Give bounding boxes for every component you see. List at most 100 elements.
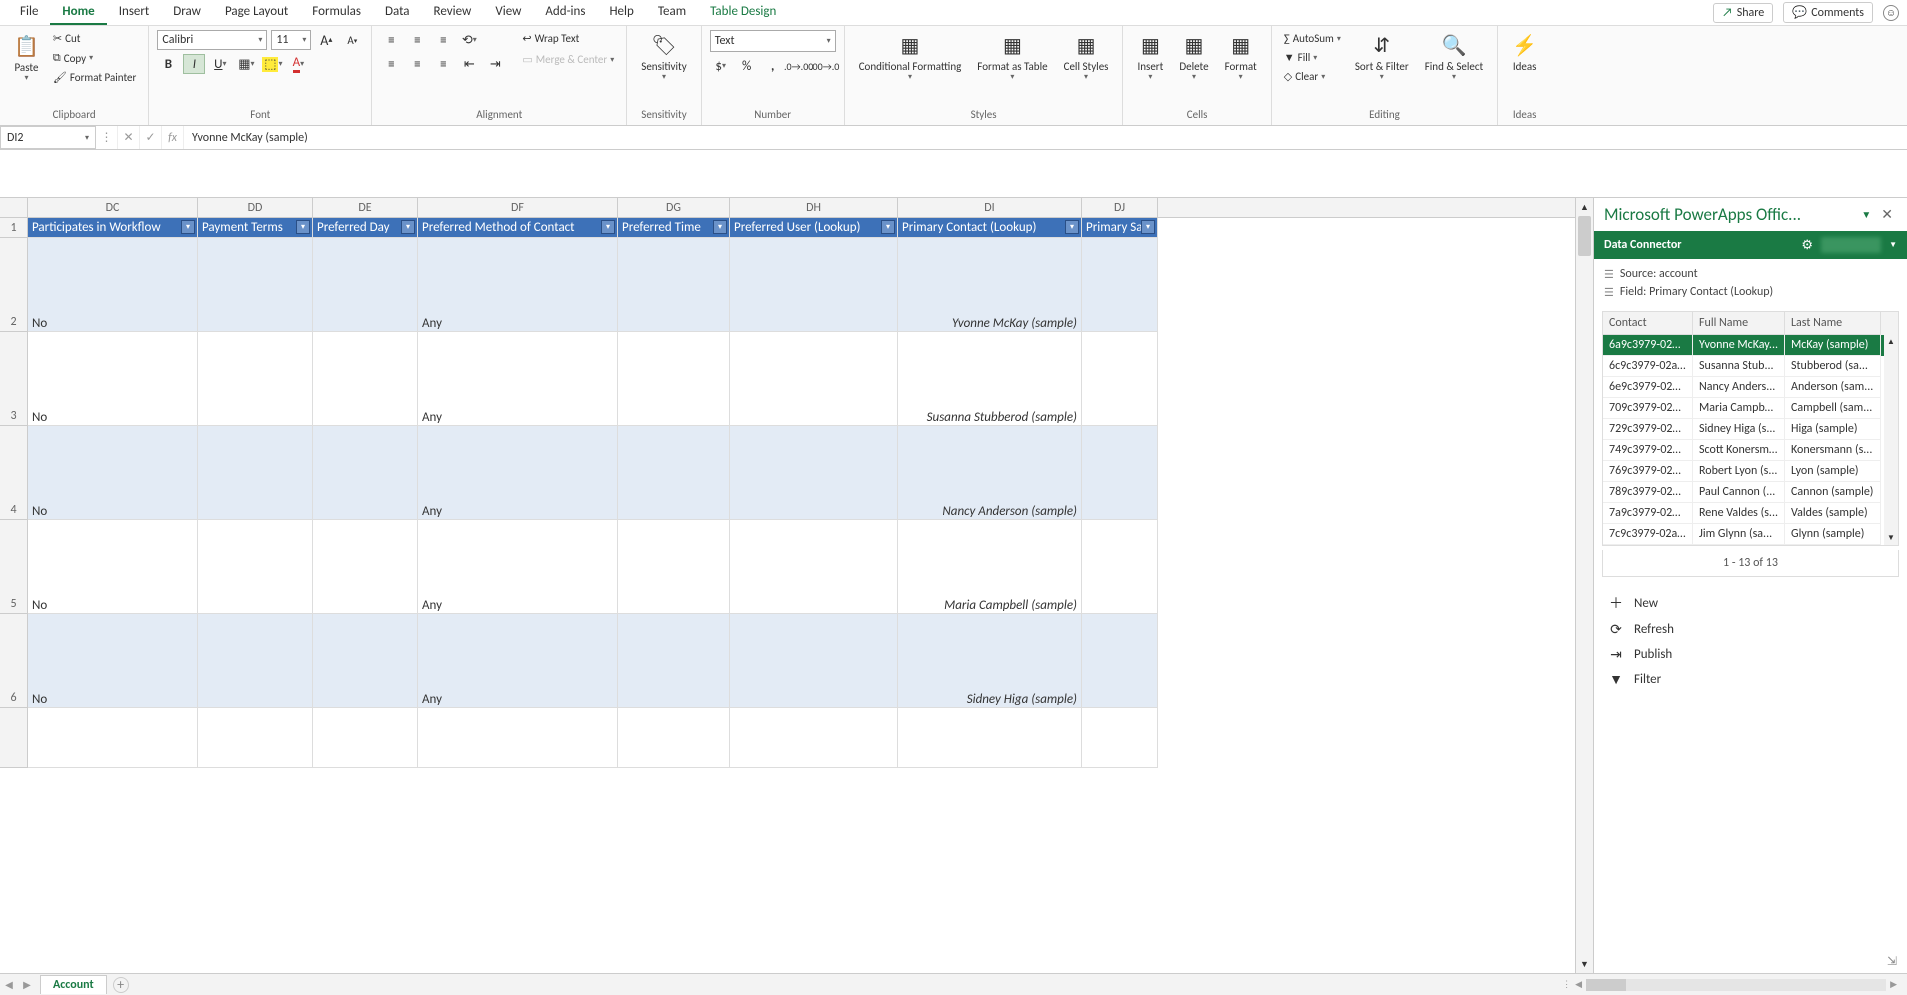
cell[interactable]: [198, 614, 313, 708]
menu-tab-home[interactable]: Home: [50, 0, 106, 25]
lookup-header-cell[interactable]: Last Name: [1785, 312, 1881, 335]
sheet-tab-account[interactable]: Account: [40, 975, 107, 994]
cancel-formula-button[interactable]: ✕: [118, 126, 140, 149]
filter-button[interactable]: ▼Filter: [1608, 671, 1893, 688]
formula-dropdown[interactable]: ⋮: [96, 126, 118, 149]
filter-dropdown-icon[interactable]: ▾: [296, 220, 310, 234]
hscroll-thumb[interactable]: [1586, 979, 1626, 991]
cell[interactable]: [730, 332, 898, 426]
fx-button[interactable]: fx: [162, 126, 184, 149]
indent-decrease-button[interactable]: ⇤: [458, 54, 480, 74]
row-header[interactable]: [0, 708, 28, 768]
fill-color-button[interactable]: ⬚▾: [261, 54, 283, 74]
filter-dropdown-icon[interactable]: ▾: [401, 220, 415, 234]
underline-button[interactable]: U ▾: [209, 54, 231, 74]
increase-font-button[interactable]: A▴: [315, 30, 337, 50]
paste-button[interactable]: 📋 Paste ▾: [8, 31, 45, 86]
gear-icon[interactable]: ⚙: [1801, 238, 1813, 253]
menu-tab-review[interactable]: Review: [422, 0, 484, 25]
menu-tab-page-layout[interactable]: Page Layout: [213, 0, 300, 25]
align-center-button[interactable]: ≡: [406, 54, 428, 74]
align-bottom-button[interactable]: ≡: [432, 30, 454, 50]
menu-tab-formulas[interactable]: Formulas: [300, 0, 373, 25]
scroll-up-arrow[interactable]: ▲: [1576, 198, 1593, 216]
cell[interactable]: [730, 520, 898, 614]
column-header-dd[interactable]: DD: [198, 198, 313, 217]
cell[interactable]: Any: [418, 520, 618, 614]
cell[interactable]: [313, 332, 418, 426]
share-button[interactable]: ↗Share: [1713, 3, 1773, 23]
insert-cells-button[interactable]: ▦Insert▾: [1131, 30, 1169, 85]
lookup-row[interactable]: 709c3979-02a...Maria Campbe...Campbell (…: [1603, 398, 1898, 419]
lookup-row[interactable]: 7c9c3979-02a...Jim Glynn (sa...Glynn (sa…: [1603, 524, 1898, 545]
cell[interactable]: [618, 614, 730, 708]
refresh-button[interactable]: ⟳Refresh: [1608, 621, 1893, 638]
lookup-header-cell[interactable]: Contact: [1603, 312, 1693, 335]
row-header[interactable]: 6: [0, 614, 28, 708]
lookup-row[interactable]: 749c3979-02a...Scott Konersm...Konersman…: [1603, 440, 1898, 461]
cell[interactable]: [1082, 238, 1158, 332]
font-name-combo[interactable]: Calibri▾: [157, 30, 267, 50]
menu-tab-draw[interactable]: Draw: [161, 0, 213, 25]
scroll-up-arrow[interactable]: ▲: [1884, 335, 1898, 349]
format-as-table-button[interactable]: ▦Format as Table▾: [971, 30, 1053, 85]
cell[interactable]: [1082, 426, 1158, 520]
menu-tab-file[interactable]: File: [8, 0, 50, 25]
cell[interactable]: [1082, 520, 1158, 614]
table-header-cell[interactable]: Participates in Workflow▾: [28, 218, 198, 238]
conditional-formatting-button[interactable]: ▦Conditional Formatting▾: [853, 30, 968, 85]
cell[interactable]: No: [28, 426, 198, 520]
cell[interactable]: [198, 332, 313, 426]
cell[interactable]: [730, 238, 898, 332]
feedback-icon[interactable]: ☺: [1883, 5, 1899, 21]
cell[interactable]: [418, 708, 618, 768]
publish-button[interactable]: ⇥Publish: [1608, 646, 1893, 663]
filter-dropdown-icon[interactable]: ▾: [601, 220, 615, 234]
cell[interactable]: [730, 426, 898, 520]
tab-nav-next[interactable]: ▶: [18, 978, 36, 991]
column-header-dc[interactable]: DC: [28, 198, 198, 217]
cell[interactable]: Nancy Anderson (sample): [898, 426, 1082, 520]
filter-dropdown-icon[interactable]: ▾: [713, 220, 727, 234]
enter-formula-button[interactable]: ✓: [140, 126, 162, 149]
decrease-font-button[interactable]: A▾: [341, 30, 363, 50]
worksheet[interactable]: DCDDDEDFDGDHDIDJ 1Participates in Workfl…: [0, 198, 1575, 973]
align-left-button[interactable]: ≡: [380, 54, 402, 74]
row-header[interactable]: 4: [0, 426, 28, 520]
menu-tab-team[interactable]: Team: [646, 0, 698, 25]
hscroll-handle[interactable]: ⋮: [1562, 979, 1571, 990]
fill-button[interactable]: ▼Fill ▾: [1280, 49, 1345, 66]
table-header-cell[interactable]: Preferred Method of Contact▾: [418, 218, 618, 238]
cell[interactable]: No: [28, 238, 198, 332]
select-all-corner[interactable]: [0, 198, 28, 217]
format-cells-button[interactable]: ▦Format▾: [1219, 30, 1263, 85]
cell[interactable]: [618, 238, 730, 332]
percent-button[interactable]: %: [736, 56, 758, 76]
menu-tab-view[interactable]: View: [483, 0, 533, 25]
cell[interactable]: [313, 520, 418, 614]
cell[interactable]: [313, 238, 418, 332]
cell[interactable]: [1082, 708, 1158, 768]
filter-dropdown-icon[interactable]: ▾: [1065, 220, 1079, 234]
menu-tab-add-ins[interactable]: Add-ins: [533, 0, 597, 25]
find-select-button[interactable]: 🔍Find & Select▾: [1419, 30, 1489, 85]
row-header[interactable]: 2: [0, 238, 28, 332]
hscroll-right[interactable]: ▶: [1890, 979, 1897, 990]
lookup-scrollbar[interactable]: ▲ ▼: [1884, 335, 1898, 545]
cell[interactable]: No: [28, 332, 198, 426]
column-header-dj[interactable]: DJ: [1082, 198, 1158, 217]
font-color-button[interactable]: A▾: [287, 54, 309, 74]
column-header-di[interactable]: DI: [898, 198, 1082, 217]
font-size-combo[interactable]: 11▾: [271, 30, 311, 50]
column-header-de[interactable]: DE: [313, 198, 418, 217]
tab-nav-prev[interactable]: ◀: [0, 978, 18, 991]
align-middle-button[interactable]: ≡: [406, 30, 428, 50]
bold-button[interactable]: B: [157, 54, 179, 74]
cell[interactable]: [198, 238, 313, 332]
column-header-df[interactable]: DF: [418, 198, 618, 217]
cell[interactable]: [313, 614, 418, 708]
align-top-button[interactable]: ≡: [380, 30, 402, 50]
scroll-thumb[interactable]: [1578, 216, 1591, 256]
cell[interactable]: Maria Campbell (sample): [898, 520, 1082, 614]
lookup-row[interactable]: 729c3979-02a...Sidney Higa (s...Higa (sa…: [1603, 419, 1898, 440]
